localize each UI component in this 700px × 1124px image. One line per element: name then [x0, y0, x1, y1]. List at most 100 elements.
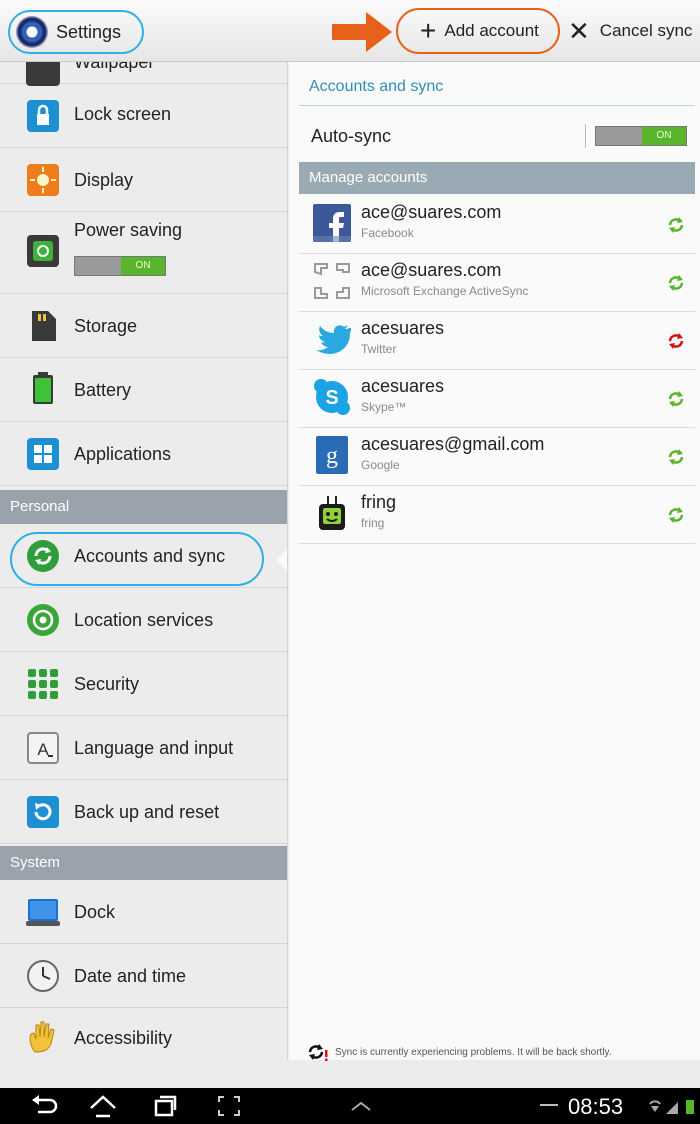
- status-icons: [649, 1100, 694, 1114]
- sidebar-item-location-services[interactable]: Location services: [0, 588, 287, 652]
- applications-icon: [27, 438, 59, 470]
- google-icon: g: [316, 436, 348, 474]
- sidebar-item-display[interactable]: Display: [0, 148, 287, 212]
- accounts-and-sync-panel: Accounts and sync Auto-sync ON Manage ac…: [289, 62, 700, 1062]
- cancel-sync-button[interactable]: ✕ Cancel sync: [568, 8, 692, 54]
- home-icon[interactable]: [88, 1092, 118, 1120]
- plus-icon: +: [420, 15, 437, 46]
- account-row-exchange[interactable]: ace@suares.com Microsoft Exchange Active…: [299, 254, 695, 312]
- sidebar-item-storage[interactable]: Storage: [0, 294, 287, 358]
- section-header-personal: Personal: [0, 490, 287, 524]
- settings-sidebar: Wallpaper Lock screen Display Power savi…: [0, 62, 288, 1060]
- sidebar-item-dock[interactable]: Dock: [0, 880, 287, 944]
- sidebar-item-date-and-time[interactable]: Date and time: [0, 944, 287, 1008]
- sync-problem-text: Sync is currently experiencing problems.…: [335, 1046, 612, 1058]
- settings-home-button[interactable]: Settings: [8, 10, 144, 54]
- account-name: acesuares: [361, 376, 445, 396]
- close-icon: ✕: [568, 15, 590, 46]
- svg-text:S: S: [325, 387, 338, 409]
- sidebar-item-label: Language and input: [74, 738, 234, 758]
- toggle-on-label: ON: [121, 257, 165, 275]
- orange-arrow-annotation-icon: [332, 12, 392, 52]
- sidebar-item-language-and-input[interactable]: A Language and input: [0, 716, 287, 780]
- sync-problem-notice: Sync is currently experiencing problems.…: [307, 1042, 612, 1062]
- sync-ok-icon[interactable]: [667, 448, 685, 466]
- manage-accounts-header: Manage accounts: [299, 162, 695, 194]
- account-row-twitter[interactable]: acesuares Twitter: [299, 312, 695, 370]
- account-row-facebook[interactable]: ace@suares.com Facebook: [299, 196, 695, 254]
- selected-item-highlight: [10, 532, 264, 586]
- screenshot-icon[interactable]: [214, 1092, 244, 1120]
- add-account-button[interactable]: + Add account: [396, 8, 560, 54]
- selected-item-indicator: [276, 548, 287, 572]
- account-row-google[interactable]: g acesuares@gmail.com Google: [299, 428, 695, 486]
- sync-ok-icon[interactable]: [667, 506, 685, 524]
- sidebar-item-security[interactable]: Security: [0, 652, 287, 716]
- signal-icon: [666, 1102, 678, 1114]
- power-saving-toggle[interactable]: ON: [74, 256, 166, 276]
- exchange-icon: [314, 263, 350, 299]
- language-icon: A: [27, 732, 59, 764]
- sidebar-item-accessibility[interactable]: Accessibility: [0, 1008, 287, 1060]
- system-navigation-bar: 08:53: [0, 1088, 700, 1124]
- backup-icon: [27, 796, 59, 828]
- account-name: fring: [361, 492, 397, 512]
- sidebar-item-battery[interactable]: Battery: [0, 358, 287, 422]
- sidebar-item-back-up-and-reset[interactable]: Back up and reset: [0, 780, 287, 844]
- notification-dash: [540, 1104, 558, 1106]
- clock-icon: [27, 960, 59, 992]
- lock-icon: [27, 100, 59, 132]
- action-bar: Settings + Add account ✕ Cancel sync: [0, 0, 700, 62]
- wifi-icon: [649, 1100, 661, 1105]
- account-type: Microsoft Exchange ActiveSync: [361, 284, 529, 298]
- account-type: Facebook: [361, 226, 414, 240]
- sidebar-item-label: Storage: [74, 316, 138, 336]
- sidebar-item-label: Power saving: [74, 220, 183, 240]
- recent-apps-icon[interactable]: [150, 1092, 180, 1120]
- cancel-sync-label: Cancel sync: [599, 21, 693, 40]
- svg-text:g: g: [326, 443, 338, 469]
- fring-icon: [319, 496, 345, 530]
- sidebar-item-label: Dock: [74, 902, 116, 922]
- account-row-skype[interactable]: S acesuares Skype™: [299, 370, 695, 428]
- storage-icon: [32, 311, 56, 341]
- add-account-label: Add account: [444, 21, 539, 40]
- skype-icon: S: [314, 379, 350, 415]
- account-name: acesuares@gmail.com: [361, 434, 545, 454]
- status-clock: 08:53: [568, 1094, 624, 1119]
- sync-ok-icon[interactable]: [667, 274, 685, 292]
- location-icon: [27, 604, 59, 636]
- sync-error-icon[interactable]: [667, 332, 685, 350]
- power-saving-icon: [27, 235, 59, 267]
- auto-sync-divider: [585, 124, 586, 148]
- sidebar-item-label: Back up and reset: [74, 802, 220, 822]
- sidebar-item-label: Location services: [74, 610, 214, 630]
- account-name: acesuares: [361, 318, 445, 338]
- twitter-icon: [316, 325, 351, 354]
- battery-status-icon: [686, 1100, 694, 1114]
- sync-ok-icon[interactable]: [667, 216, 685, 234]
- account-type: Twitter: [361, 342, 397, 356]
- app-title: Settings: [56, 21, 122, 42]
- sidebar-item-label: Date and time: [74, 966, 187, 986]
- sidebar-item-wallpaper[interactable]: Wallpaper: [0, 62, 287, 86]
- dock-icon: [26, 899, 60, 926]
- sidebar-item-label: Battery: [74, 380, 132, 400]
- sidebar-item-applications[interactable]: Applications: [0, 422, 287, 486]
- sidebar-item-power-saving[interactable]: Power saving ON: [0, 212, 287, 294]
- sidebar-item-label: Accessibility: [74, 1028, 173, 1048]
- account-row-fring[interactable]: fring fring: [299, 486, 695, 544]
- battery-icon: [33, 372, 53, 404]
- account-name: ace@suares.com: [361, 260, 502, 280]
- page-title: Accounts and sync: [309, 78, 444, 95]
- account-type: Google: [361, 458, 400, 472]
- auto-sync-toggle[interactable]: ON: [595, 126, 687, 146]
- title-divider: [299, 105, 695, 106]
- svg-text:A: A: [37, 740, 49, 759]
- chevron-up-icon[interactable]: [346, 1092, 376, 1120]
- account-type: fring: [361, 516, 385, 530]
- wallpaper-icon: [26, 62, 60, 86]
- back-icon[interactable]: [30, 1092, 60, 1120]
- sidebar-item-lock-screen[interactable]: Lock screen: [0, 84, 287, 148]
- sync-ok-icon[interactable]: [667, 390, 685, 408]
